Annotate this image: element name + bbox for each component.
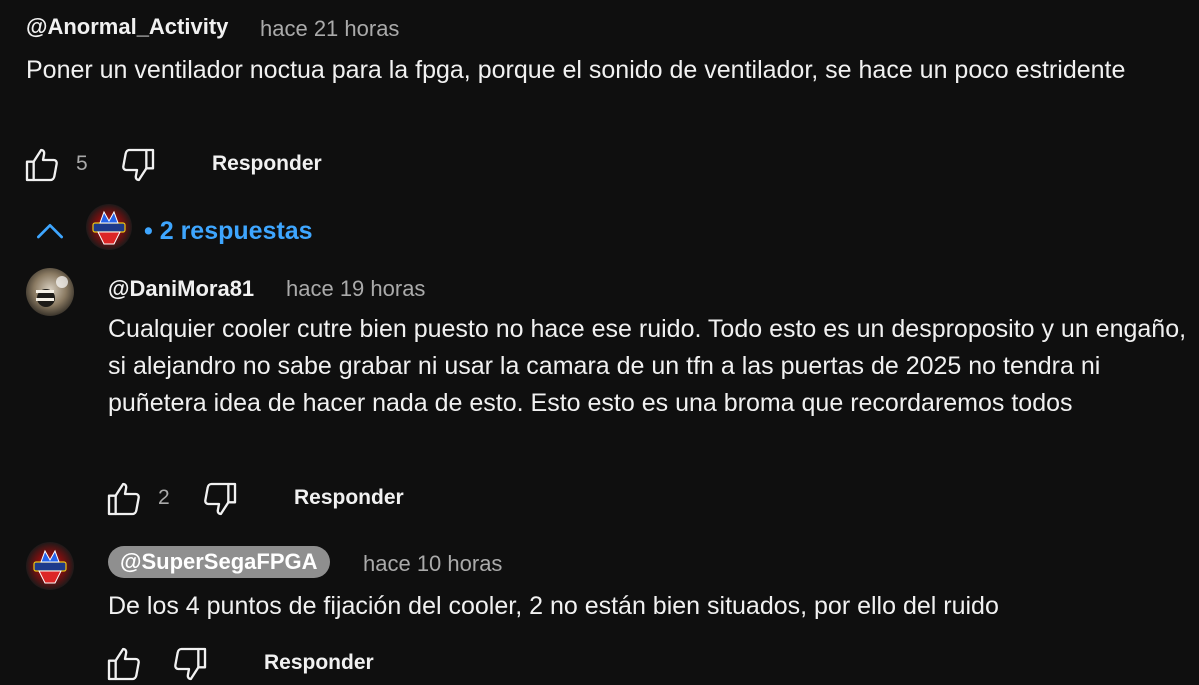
reply-like-count: 2 xyxy=(158,486,170,509)
thumb-up-icon[interactable] xyxy=(104,479,144,519)
reply-text: Cualquier cooler cutre bien puesto no ha… xyxy=(108,315,1187,417)
thumb-up-icon[interactable] xyxy=(104,644,144,684)
creator-avatar xyxy=(86,204,132,250)
comment-like-count: 5 xyxy=(76,152,88,175)
creator-author-badge[interactable]: @SuperSegaFPGA xyxy=(108,546,330,578)
reply-text: De los 4 puntos de fijación del cooler, … xyxy=(108,592,999,620)
comment-author[interactable]: @Anormal_Activity xyxy=(26,14,228,40)
thumb-down-icon[interactable] xyxy=(118,145,158,185)
reply-timestamp[interactable]: hace 10 horas xyxy=(363,551,502,577)
comment-text: Poner un ventilador noctua para la fpga,… xyxy=(26,56,1126,84)
replies-count-label[interactable]: 2 respuestas xyxy=(160,217,313,245)
reply-avatar[interactable] xyxy=(26,542,74,590)
thumb-down-icon[interactable] xyxy=(200,479,240,519)
thumb-up-icon[interactable] xyxy=(22,145,62,185)
reply-avatar[interactable] xyxy=(26,268,74,316)
comment-timestamp[interactable]: hace 21 horas xyxy=(260,16,399,42)
reply-timestamp[interactable]: hace 19 horas xyxy=(286,276,425,302)
reply-button[interactable]: Responder xyxy=(264,651,374,675)
replies-toggle[interactable]: • 2 respuestas xyxy=(144,217,313,246)
thumb-down-icon[interactable] xyxy=(170,644,210,684)
reply-button[interactable]: Responder xyxy=(294,486,404,510)
chevron-up-icon[interactable] xyxy=(30,212,70,252)
comment-reply-button[interactable]: Responder xyxy=(212,152,322,176)
bullet-separator: • xyxy=(144,217,153,245)
reply-author[interactable]: @DaniMora81 xyxy=(108,276,254,302)
